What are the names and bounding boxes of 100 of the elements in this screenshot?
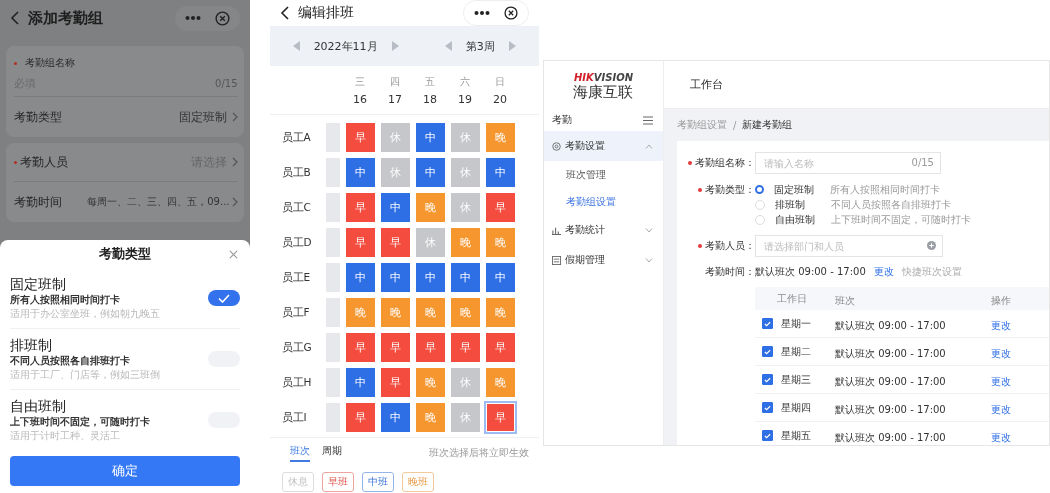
add-icon[interactable] [927,241,936,250]
radio-label[interactable]: 排班制 [775,197,831,212]
shift-cell[interactable]: 早 [485,333,515,362]
more-icon[interactable] [474,10,490,16]
change-link[interactable]: 更改 [990,432,1011,443]
employee-name: 员工C [280,200,312,215]
shift-cell[interactable]: 中 [415,158,445,187]
shift-cell[interactable]: 中 [380,403,410,432]
type-row[interactable]: 考勤类型 固定班制 [14,97,238,137]
chevron-right-icon [231,112,238,122]
weekday-label: 日 [495,74,505,89]
radio-button[interactable] [755,185,764,194]
table-cell: 星期四 [781,400,811,415]
confirm-button[interactable]: 确定 [10,456,240,486]
shift-cell[interactable]: 早 [345,193,375,222]
shift-cell[interactable]: 早 [485,193,515,222]
change-link[interactable]: 更改 [873,265,894,279]
shift-chip[interactable]: 早班 [321,472,354,492]
shift-cell[interactable]: 早 [380,333,410,362]
change-link[interactable]: 更改 [990,404,1011,415]
sidebar-subitem[interactable]: 班次管理 [544,161,663,188]
employee-name: 员工F [280,305,311,320]
header-title: 工作台 [690,77,723,92]
menu-icon[interactable] [643,115,653,125]
time-value: 默认班次 09:00 - 17:00 [755,265,866,279]
chevron-down-icon [645,257,653,263]
schedule-cell [325,263,340,292]
shift-cell[interactable]: 早 [380,368,410,397]
shift-cell[interactable]: 晚 [345,298,375,327]
list-icon [552,255,561,265]
date-label: 17 [388,92,402,106]
shift-cell[interactable]: 晚 [485,228,515,257]
option-hint: 适用于办公室坐班，例如朝九晚五 [10,307,161,321]
change-link[interactable]: 更改 [990,320,1011,331]
shift-cell[interactable]: 早 [450,333,480,362]
shift-cell[interactable]: 中 [380,193,410,222]
checkbox[interactable] [762,374,773,385]
shift-cell[interactable]: 晚 [450,228,480,257]
people-field[interactable]: 请选择部门和人员 [755,235,943,257]
shift-cell[interactable]: 中 [345,158,375,187]
checkbox[interactable] [762,430,773,441]
table-cell: 默认班次 09:00 - 17:00 [834,348,946,359]
schedule-cell [325,193,340,222]
sidebar-item[interactable]: 考勤统计 [544,215,663,245]
shift-cell[interactable]: 早 [345,333,375,362]
shift-cell[interactable]: 早 [415,333,445,362]
shift-cell[interactable]: 晚 [415,298,445,327]
date-label: 20 [493,92,507,106]
brand-name: 海康互联 [573,83,634,103]
checkbox[interactable] [762,346,773,357]
shift-cell[interactable]: 中 [380,263,410,292]
shift-cell[interactable]: 晚 [485,298,515,327]
checkbox[interactable] [762,402,773,413]
shift-cell[interactable]: 中 [345,263,375,292]
option-title[interactable]: 排班制 [10,336,208,354]
sidebar-item[interactable]: 假期管理 [544,245,663,275]
table-cell: 星期一 [781,316,811,331]
page-title: 添加考勤组 [28,8,104,28]
toggle-switch[interactable] [207,290,240,306]
shift-cell[interactable]: 晚 [485,368,515,397]
breadcrumb-link[interactable]: 考勤组设置 [677,118,727,132]
shift-cell[interactable]: 早 [485,403,515,432]
sidebar-item[interactable]: 考勤设置 [544,131,663,161]
shift-cell[interactable]: 中 [450,263,480,292]
tab[interactable]: 班次 [289,444,310,462]
shift-cell[interactable]: 中 [345,368,375,397]
shift-cell[interactable]: 早 [345,123,375,152]
radio-label[interactable]: 自由班制 [775,212,831,227]
shift-cell[interactable]: 晚 [485,123,515,152]
shift-cell[interactable]: 中 [415,263,445,292]
sidebar-subitem[interactable]: 考勤组设置 [544,188,663,215]
shift-cell[interactable]: 晚 [450,298,480,327]
shift-cell[interactable]: 中 [485,263,515,292]
option-hint: 上下班时间不固定，可随时打卡 [831,212,971,227]
column-header: 操作 [990,295,1011,306]
shift-cell[interactable]: 晚 [415,193,445,222]
shift-cell[interactable]: 晚 [415,368,445,397]
back-icon[interactable] [279,5,290,21]
table-cell: 默认班次 09:00 - 17:00 [834,432,946,443]
table-cell: 星期三 [781,372,811,387]
shift-chip[interactable]: 晚班 [401,472,434,492]
radio-label[interactable]: 固定班制 [774,182,830,197]
option-title[interactable]: 自由班制 [10,397,208,415]
shift-cell[interactable]: 早 [345,228,375,257]
change-link[interactable]: 更改 [990,348,1011,359]
week-label: 第3周 [465,38,495,54]
shift-cell[interactable]: 中 [485,158,515,187]
shift-cell[interactable]: 中 [415,123,445,152]
change-link[interactable]: 更改 [990,376,1011,387]
shift-cell[interactable]: 早 [380,228,410,257]
option-title[interactable]: 固定班制 [10,275,208,293]
shift-cell[interactable]: 早 [345,403,375,432]
shift-cell[interactable]: 晚 [415,403,445,432]
close-icon[interactable] [504,6,518,20]
checkbox[interactable] [762,318,773,329]
tab[interactable]: 周期 [321,444,342,462]
shift-chip[interactable]: 中班 [361,472,394,492]
shift-cell[interactable]: 晚 [380,298,410,327]
chevron-right-icon [231,157,238,167]
employee-name: 员工I [280,410,308,425]
